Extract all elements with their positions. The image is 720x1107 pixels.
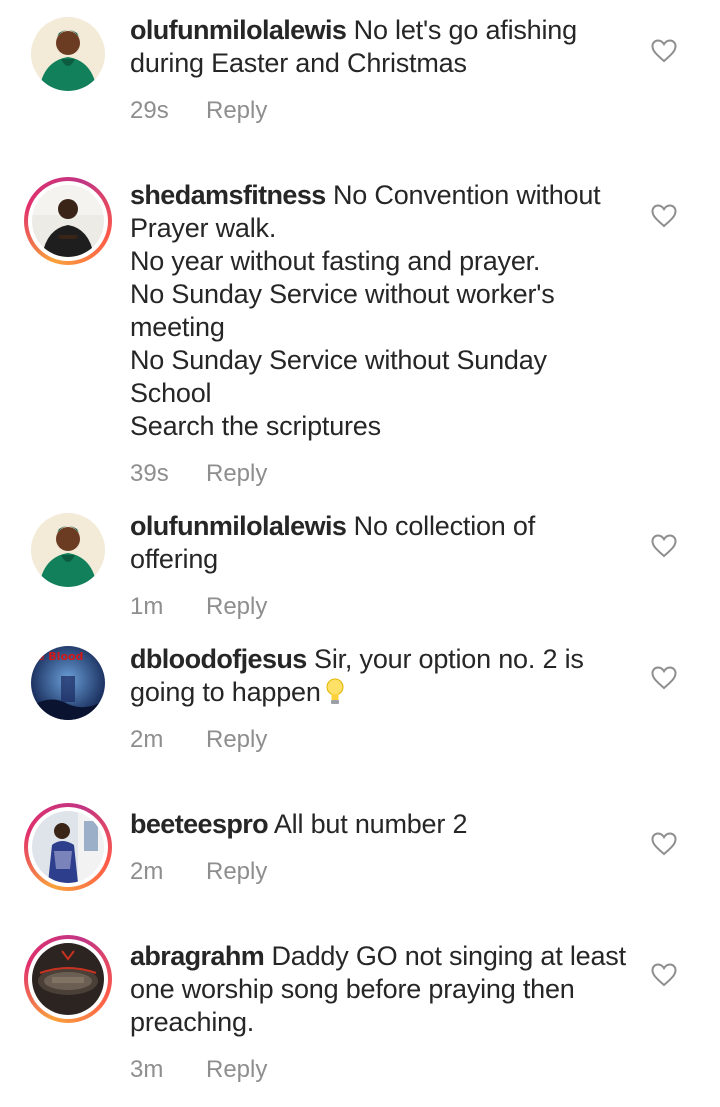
comment-body: olufunmilolalewis No let's go afishing d… [130, 14, 630, 126]
comment-time: 3m [130, 1056, 164, 1083]
comment-time: 1m [130, 593, 164, 620]
comment-text: shedamsfitness No Convention without Pra… [130, 179, 630, 443]
comment-time: 2m [130, 726, 164, 753]
avatar[interactable] [24, 10, 112, 98]
comment-text: dbloodofjesus Sir, your option no. 2 is … [130, 643, 630, 709]
avatar[interactable] [24, 935, 112, 1023]
profile-photo [32, 943, 104, 1015]
comment-meta: 29s Reply [130, 96, 630, 126]
comment-message: No Convention without Prayer walk. No ye… [130, 180, 601, 441]
reply-button[interactable]: Reply [206, 725, 267, 755]
profile-photo [31, 17, 105, 91]
light-bulb-emoji [325, 677, 345, 707]
comment-meta: 1m Reply [130, 592, 630, 622]
avatar[interactable] [24, 177, 112, 265]
comment-body: olufunmilolalewis No collection of offer… [130, 510, 630, 622]
comment-text: abragrahm Daddy GO not singing at least … [130, 940, 630, 1039]
heart-outline-icon[interactable] [651, 666, 677, 690]
comment-meta: 2m Reply [130, 725, 630, 755]
avatar[interactable]: e Blood [24, 639, 112, 727]
reply-button[interactable]: Reply [206, 96, 267, 126]
profile-photo: e Blood [31, 646, 105, 720]
comment-text: olufunmilolalewis No collection of offer… [130, 510, 630, 576]
profile-photo [32, 185, 104, 257]
reply-button[interactable]: Reply [206, 459, 267, 489]
comment-username[interactable]: abragrahm [130, 941, 265, 971]
comment-body: beeteespro All but number 2 2m Reply [130, 808, 630, 887]
heart-outline-icon[interactable] [651, 963, 677, 987]
comment-username[interactable]: dbloodofjesus [130, 644, 307, 674]
heart-outline-icon[interactable] [651, 832, 677, 856]
comment-body: abragrahm Daddy GO not singing at least … [130, 940, 630, 1085]
heart-outline-icon[interactable] [651, 204, 677, 228]
comment-meta: 3m Reply [130, 1055, 630, 1085]
comment-text: olufunmilolalewis No let's go afishing d… [130, 14, 630, 80]
heart-outline-icon[interactable] [651, 534, 677, 558]
avatar-text: e Blood [37, 650, 83, 663]
avatar[interactable] [24, 803, 112, 891]
comment-message: All but number 2 [273, 809, 468, 839]
avatar[interactable] [24, 506, 112, 594]
comment-username[interactable]: olufunmilolalewis [130, 511, 347, 541]
reply-button[interactable]: Reply [206, 1055, 267, 1085]
comment-username[interactable]: olufunmilolalewis [130, 15, 347, 45]
comment-username[interactable]: beeteespro [130, 809, 269, 839]
comment-meta: 2m Reply [130, 857, 630, 887]
reply-button[interactable]: Reply [206, 592, 267, 622]
comment-time: 29s [130, 97, 169, 124]
heart-outline-icon[interactable] [651, 39, 677, 63]
comment-time: 39s [130, 460, 169, 487]
profile-photo [32, 811, 104, 883]
comment-meta: 39s Reply [130, 459, 630, 489]
comment-body: shedamsfitness No Convention without Pra… [130, 179, 630, 489]
comment-username[interactable]: shedamsfitness [130, 180, 326, 210]
comment-text: beeteespro All but number 2 [130, 808, 630, 841]
comment-time: 2m [130, 858, 164, 885]
reply-button[interactable]: Reply [206, 857, 267, 887]
profile-photo [31, 513, 105, 587]
comment-body: dbloodofjesus Sir, your option no. 2 is … [130, 643, 630, 755]
